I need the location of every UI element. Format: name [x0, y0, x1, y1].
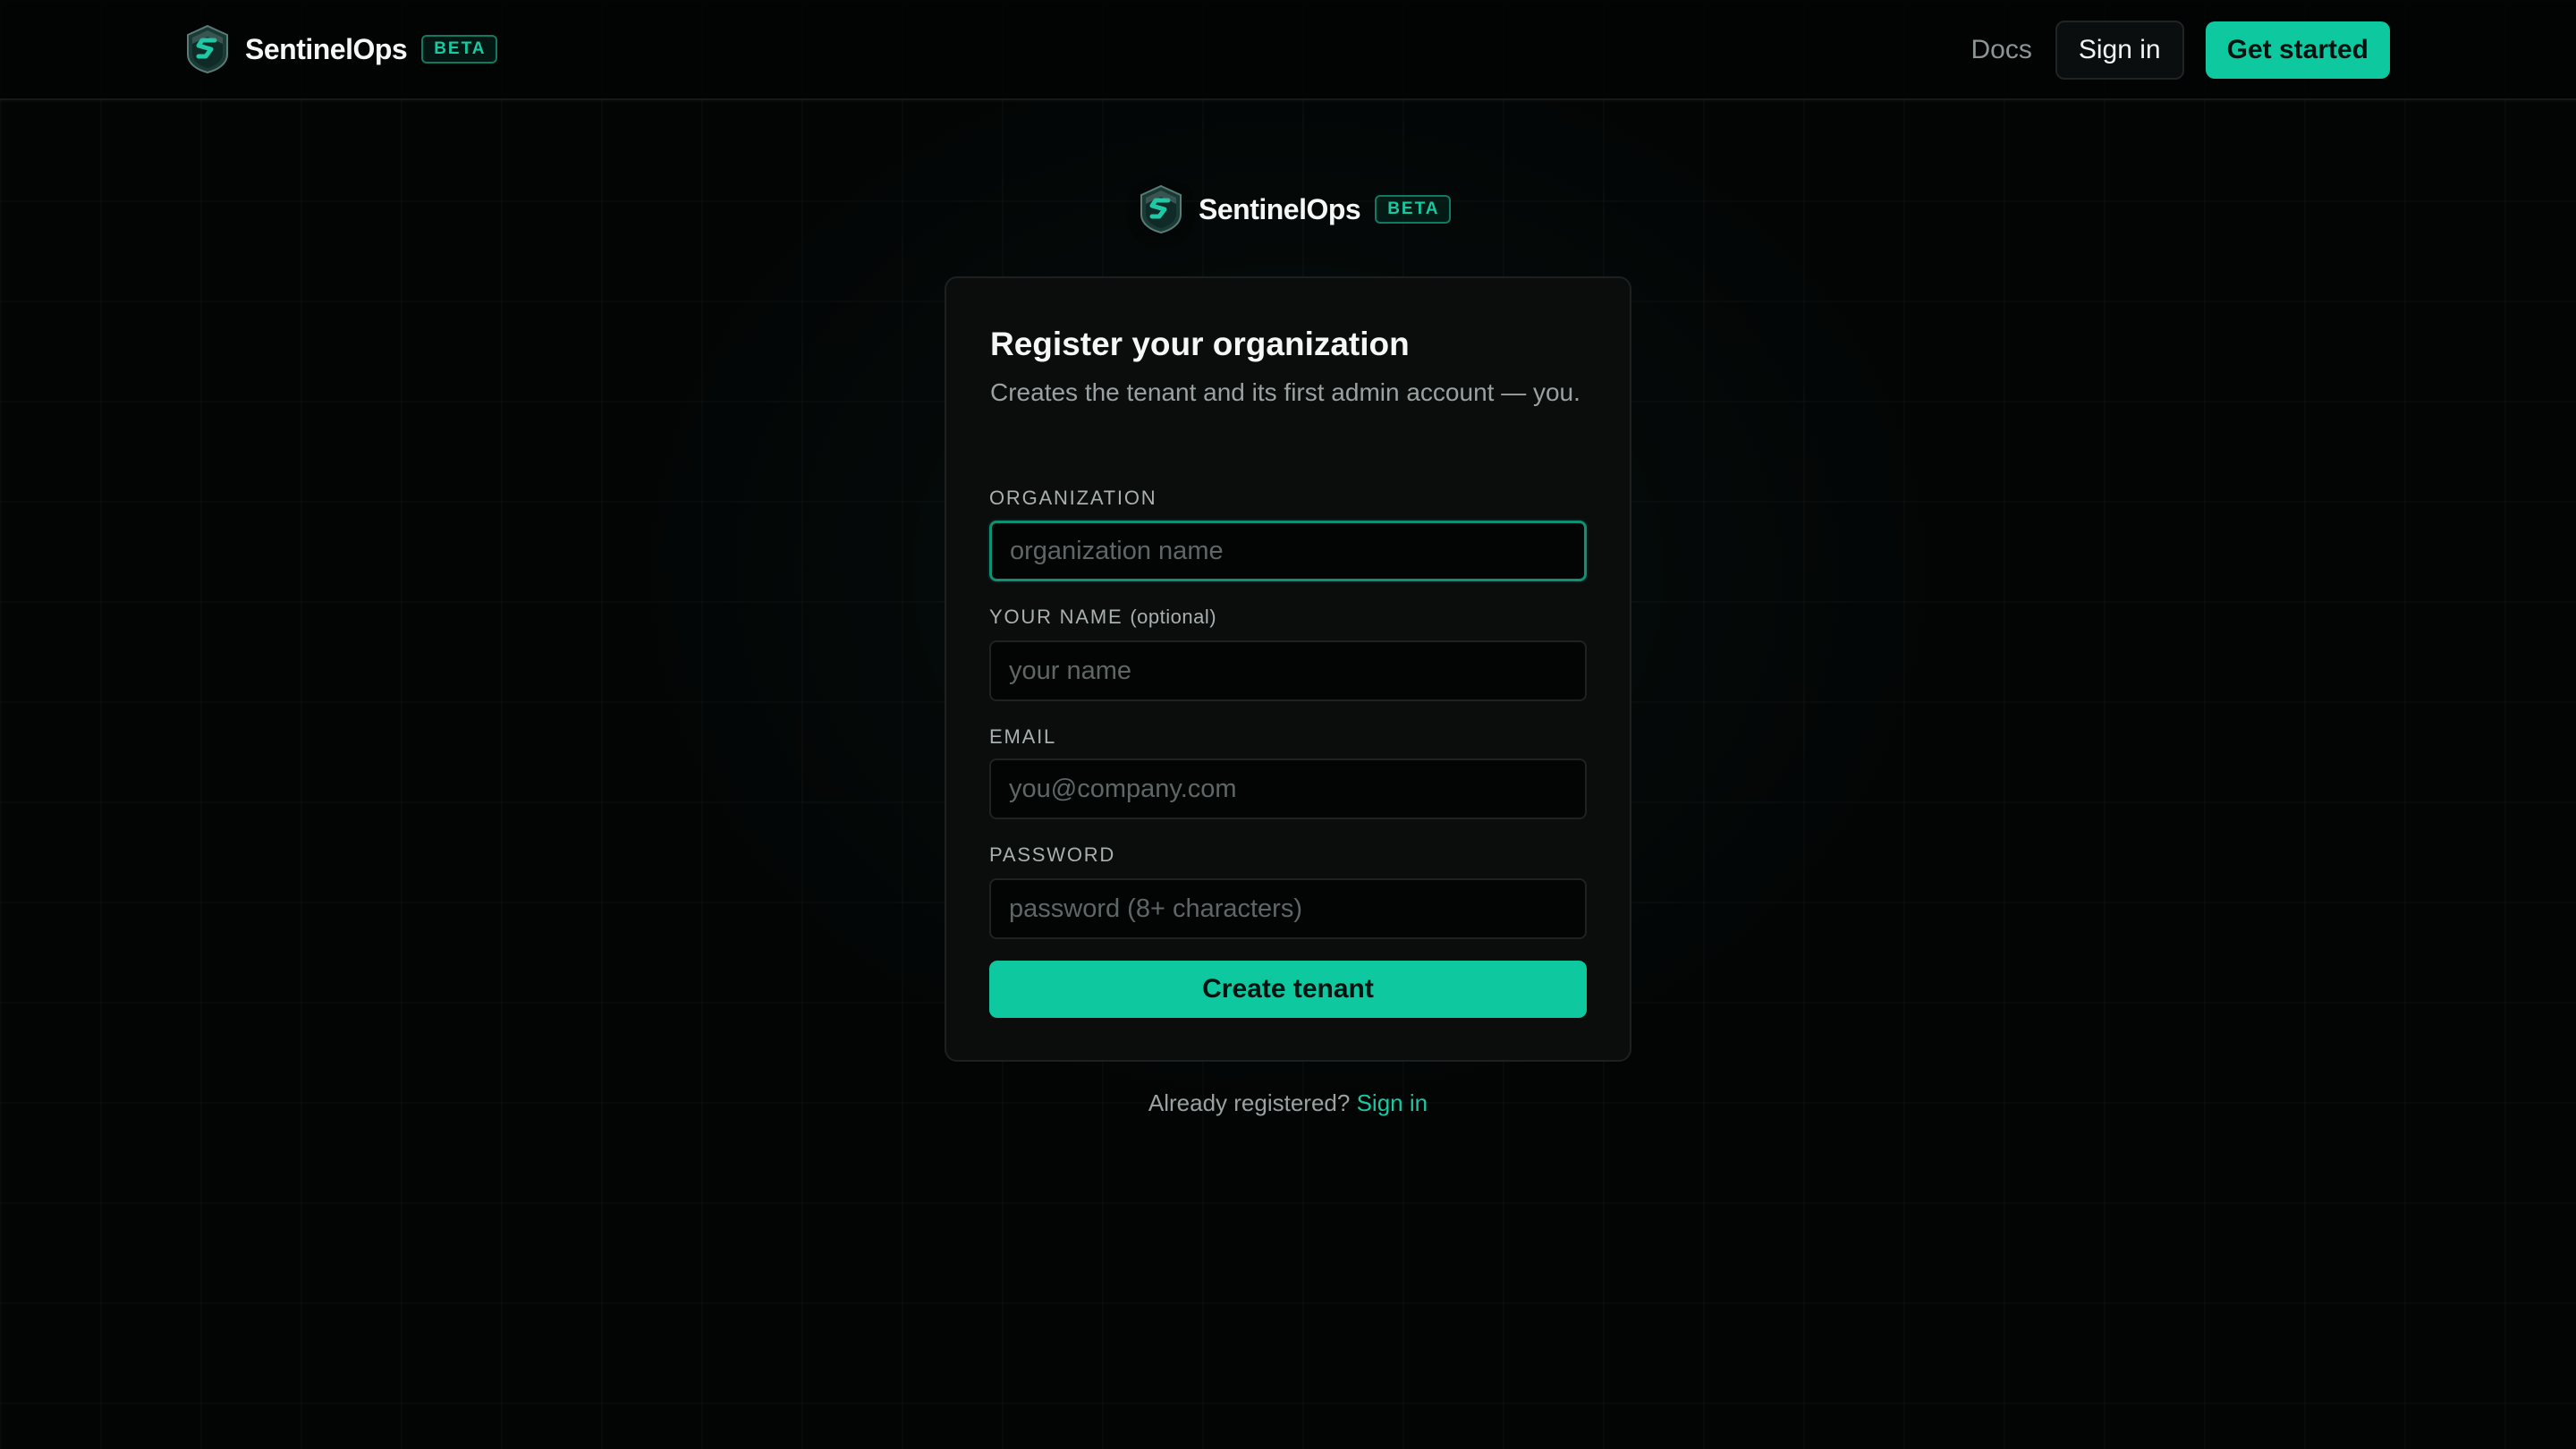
get-started-button[interactable]: Get started — [2205, 21, 2390, 79]
header-nav: Docs Sign in Get started — [1971, 21, 2390, 80]
center-brand: SentinelOps BETA — [1138, 184, 1451, 234]
password-label-text: PASSWORD — [989, 843, 1116, 866]
password-input[interactable] — [989, 878, 1587, 939]
brand-name: SentinelOps — [245, 32, 408, 65]
email-label-text: EMAIL — [989, 725, 1057, 748]
brand-name: SentinelOps — [1199, 192, 1361, 225]
beta-badge: BETA — [421, 35, 497, 64]
organization-label: ORGANIZATION — [989, 486, 1157, 511]
sign-in-button[interactable]: Sign in — [2055, 21, 2184, 80]
beta-badge: BETA — [1375, 195, 1451, 224]
already-registered-line: Already registered? Sign in — [0, 1089, 2576, 1117]
email-label: EMAIL — [989, 724, 1056, 750]
already-registered-text: Already registered? — [1148, 1089, 1351, 1116]
your-name-input[interactable] — [989, 640, 1587, 701]
organization-label-text: ORGANIZATION — [989, 487, 1157, 509]
shield-s-logo-icon — [1140, 184, 1182, 234]
docs-link[interactable]: Docs — [1971, 35, 2032, 65]
brand[interactable]: SentinelOps BETA — [184, 24, 497, 74]
create-tenant-button[interactable]: Create tenant — [989, 961, 1587, 1018]
shield-s-logo-icon — [187, 24, 228, 74]
form-subtitle: Creates the tenant and its first admin a… — [990, 378, 1580, 406]
optional-hint: (optional) — [1130, 606, 1217, 628]
email-input[interactable] — [989, 758, 1587, 819]
sign-in-link[interactable]: Sign in — [1357, 1089, 1428, 1116]
card-content: Register your organization Creates the t… — [990, 325, 1588, 411]
your-name-label: YOUR NAME (optional) — [989, 605, 1216, 630]
organization-input[interactable] — [989, 521, 1587, 581]
password-label: PASSWORD — [989, 843, 1115, 868]
form-title: Register your organization — [990, 326, 1410, 362]
top-navbar: SentinelOps BETA Docs Sign in Get starte… — [0, 0, 2576, 100]
your-name-label-text: YOUR NAME — [989, 606, 1123, 628]
